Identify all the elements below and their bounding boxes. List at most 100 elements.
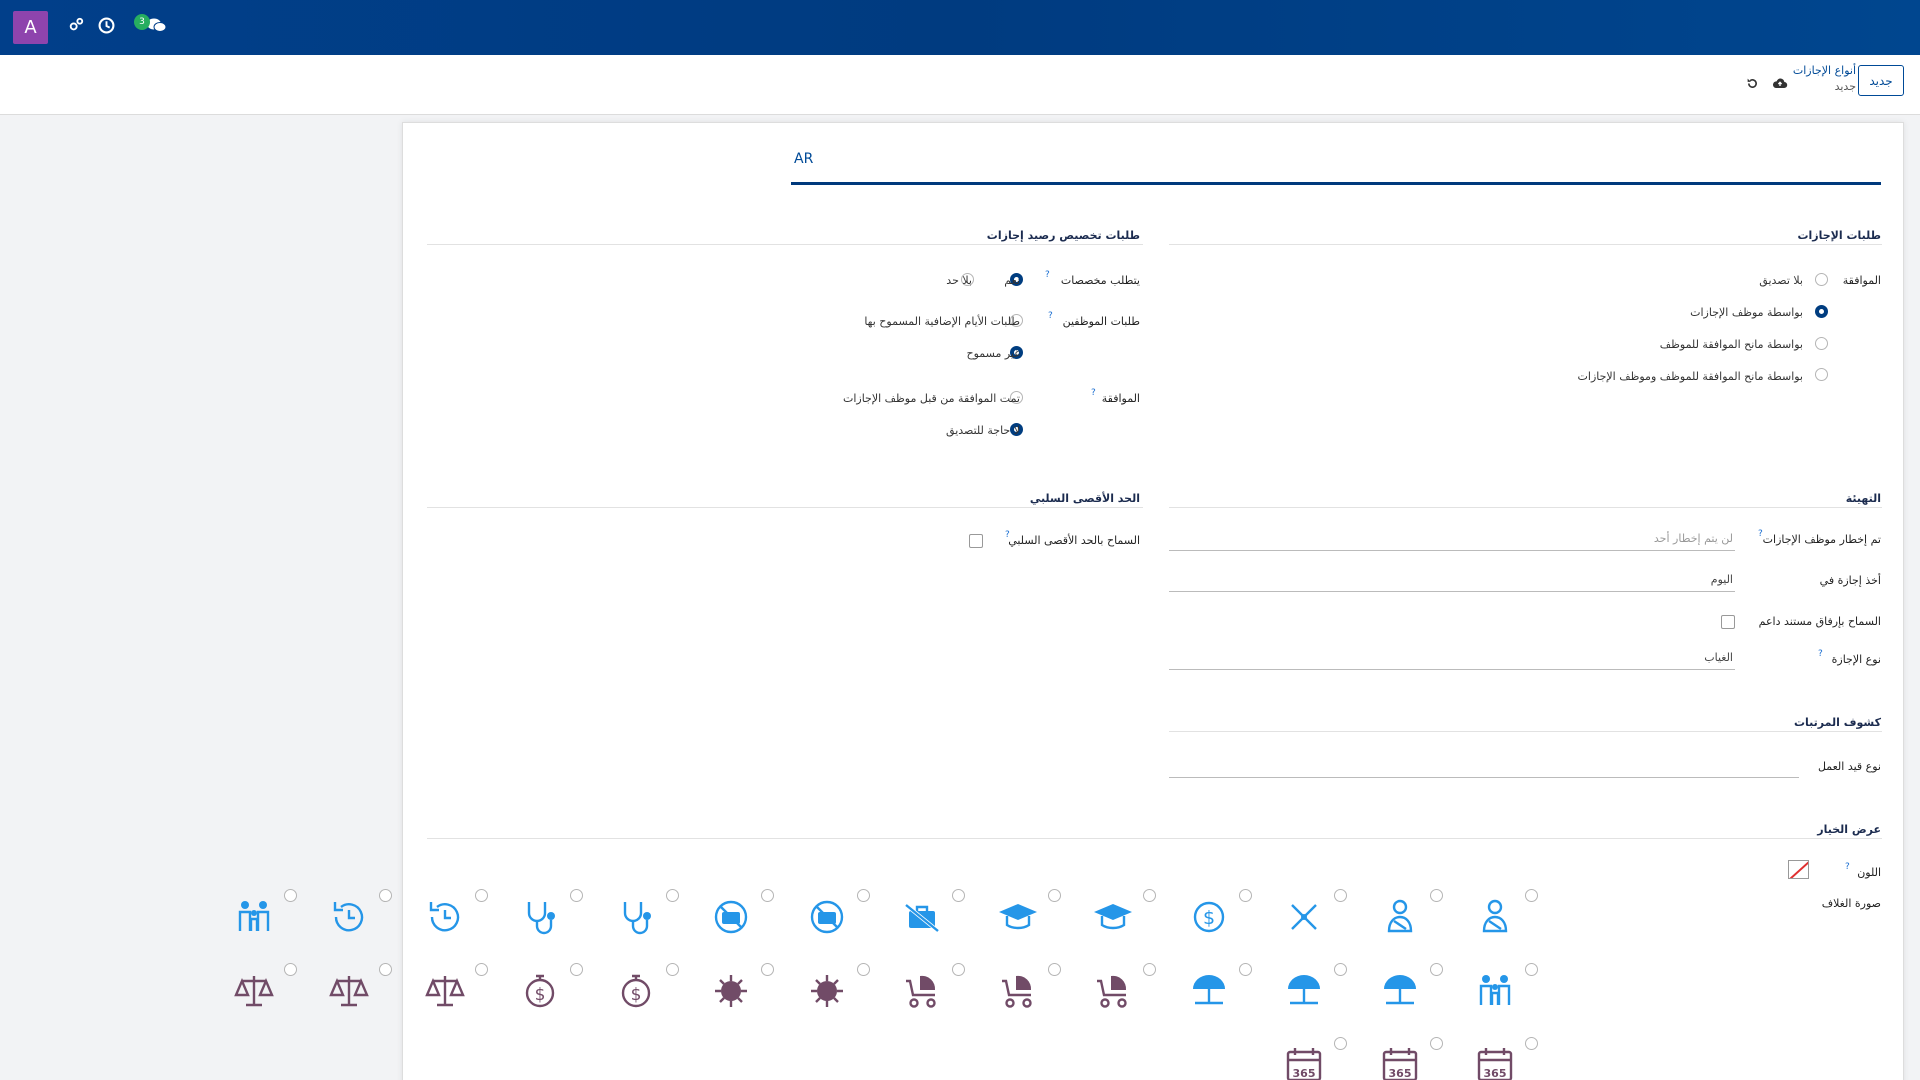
cover-image-radio[interactable] bbox=[952, 889, 965, 902]
radio-by-employee-approver[interactable] bbox=[1815, 337, 1828, 350]
dollar-stopwatch-icon[interactable]: $ bbox=[614, 971, 658, 1011]
no-briefcase-circle-icon[interactable] bbox=[805, 897, 849, 937]
cover-image-radio[interactable] bbox=[1525, 963, 1538, 976]
justice-scale-alt-icon[interactable] bbox=[327, 971, 371, 1011]
help-icon[interactable]: ? bbox=[1091, 388, 1096, 398]
cover-image-radio[interactable] bbox=[761, 889, 774, 902]
no-briefcase-circle-outline-icon[interactable] bbox=[709, 897, 753, 937]
cover-image-radio[interactable] bbox=[1429, 1037, 1443, 1050]
cog-share-icon[interactable] bbox=[69, 17, 84, 36]
justice-scale-outline-icon[interactable] bbox=[232, 971, 276, 1011]
stethoscope-icon[interactable] bbox=[614, 897, 658, 937]
color-swatch[interactable] bbox=[1788, 860, 1809, 879]
allow-negative-checkbox[interactable] bbox=[969, 534, 983, 548]
cover-image-radio[interactable] bbox=[474, 963, 488, 976]
svg-text:$: $ bbox=[1202, 907, 1214, 929]
cover-image-radio[interactable] bbox=[1525, 889, 1538, 902]
avatar[interactable]: A bbox=[13, 11, 48, 44]
radio-by-both[interactable] bbox=[1815, 368, 1828, 381]
dollar-circle-icon[interactable]: $ bbox=[1187, 897, 1231, 937]
leave-kind-label: نوع الإجازة bbox=[1831, 653, 1881, 666]
family-outline-icon[interactable] bbox=[1473, 971, 1517, 1011]
notify-field[interactable]: لن يتم إخطار أحد bbox=[1169, 528, 1735, 551]
cover-image-radio[interactable] bbox=[570, 963, 583, 976]
cover-image-radio[interactable] bbox=[1143, 889, 1156, 902]
beach-umbrella-alt-icon[interactable] bbox=[1282, 971, 1326, 1011]
cloud-upload-icon[interactable] bbox=[1772, 77, 1788, 94]
calendar-365-icon[interactable]: 365 bbox=[1473, 1045, 1517, 1080]
no-suitcase-icon[interactable] bbox=[900, 897, 944, 937]
cover-image-radio[interactable] bbox=[283, 889, 297, 902]
help-icon[interactable]: ? bbox=[1758, 529, 1763, 539]
help-icon[interactable]: ? bbox=[1818, 649, 1823, 659]
employee-requests-label: طلبات الموظفين bbox=[1062, 315, 1140, 328]
family-icon[interactable] bbox=[232, 897, 276, 937]
take-leave-field[interactable]: اليوم bbox=[1169, 569, 1735, 592]
cover-image-radio[interactable] bbox=[1334, 963, 1347, 976]
attach-checkbox[interactable] bbox=[1721, 615, 1735, 629]
cover-image-radio[interactable] bbox=[761, 963, 774, 976]
beach-umbrella-icon[interactable] bbox=[1378, 971, 1422, 1011]
user-sling-icon[interactable] bbox=[1473, 897, 1517, 937]
new-button[interactable]: جديد bbox=[1858, 65, 1904, 96]
allocation-requests-title: طلبات تخصيص رصيد إجازات bbox=[986, 229, 1140, 242]
time-back-outline-icon[interactable] bbox=[327, 897, 371, 937]
baby-carriage-outline-icon[interactable] bbox=[900, 971, 944, 1011]
time-back-icon[interactable] bbox=[423, 897, 467, 937]
help-icon[interactable]: ? bbox=[1048, 311, 1053, 321]
help-icon[interactable]: ? bbox=[1845, 862, 1850, 872]
radio-label: بواسطة موظف الإجازات bbox=[1690, 306, 1803, 319]
cover-image-radio[interactable] bbox=[1334, 889, 1347, 902]
cover-image-radio[interactable] bbox=[1047, 889, 1061, 902]
cover-image-radio[interactable] bbox=[1429, 889, 1443, 902]
divider bbox=[427, 507, 1143, 508]
graduation-cap-icon[interactable] bbox=[1091, 897, 1135, 937]
cover-image-radio[interactable] bbox=[474, 889, 488, 902]
tab-lang-ar[interactable]: AR bbox=[794, 151, 813, 167]
virus-icon[interactable] bbox=[805, 971, 849, 1011]
dollar-stopwatch-outline-icon[interactable]: $ bbox=[518, 971, 562, 1011]
work-entry-label: نوع قيد العمل bbox=[1817, 760, 1881, 773]
cover-image-radio[interactable] bbox=[665, 963, 679, 976]
baby-carriage-icon[interactable] bbox=[1091, 971, 1135, 1011]
discard-icon[interactable] bbox=[1746, 77, 1759, 94]
cover-image-radio[interactable] bbox=[856, 963, 870, 976]
cover-image-radio[interactable] bbox=[570, 889, 583, 902]
cover-image-radio[interactable] bbox=[1525, 1037, 1538, 1050]
cover-image-radio[interactable] bbox=[379, 889, 392, 902]
cover-image-radio[interactable] bbox=[856, 889, 870, 902]
cover-image-radio[interactable] bbox=[1143, 963, 1156, 976]
help-icon[interactable]: ? bbox=[1005, 530, 1010, 540]
stethoscope-outline-icon[interactable] bbox=[518, 897, 562, 937]
justice-scale-icon[interactable] bbox=[423, 971, 467, 1011]
cover-image-radio[interactable] bbox=[1334, 1037, 1347, 1050]
user-sling-outline-icon[interactable] bbox=[1378, 897, 1422, 937]
radio-label: تمت الموافقة من قبل موظف الإجازات bbox=[842, 392, 1020, 405]
beach-umbrella-outline-icon[interactable] bbox=[1187, 971, 1231, 1011]
leave-kind-field[interactable]: الغياب bbox=[1169, 647, 1735, 670]
breadcrumb[interactable]: أنواع الإجازات bbox=[1793, 64, 1856, 77]
work-entry-field[interactable] bbox=[1169, 755, 1799, 778]
cover-image-radio[interactable] bbox=[1238, 963, 1252, 976]
chat-count-badge: 3 bbox=[134, 14, 150, 30]
clock-icon[interactable] bbox=[98, 17, 115, 38]
cover-image-radio[interactable] bbox=[379, 963, 392, 976]
graduation-cap-outline-icon[interactable] bbox=[996, 897, 1040, 937]
cover-image-radio[interactable] bbox=[665, 889, 679, 902]
radio-no-validation[interactable] bbox=[1815, 273, 1828, 286]
cover-image-radio[interactable] bbox=[952, 963, 965, 976]
help-icon[interactable]: ? bbox=[1045, 270, 1050, 280]
cover-image-radio[interactable] bbox=[283, 963, 297, 976]
cover-image-radio[interactable] bbox=[1047, 963, 1061, 976]
cover-image-radio[interactable] bbox=[1238, 889, 1252, 902]
virus-outline-icon[interactable] bbox=[709, 971, 753, 1011]
cover-image-radio[interactable] bbox=[1429, 963, 1443, 976]
scissor-bone-icon[interactable] bbox=[1282, 897, 1326, 937]
svg-text:365: 365 bbox=[1484, 1067, 1507, 1080]
baby-carriage-alt-icon[interactable] bbox=[996, 971, 1040, 1011]
radio-by-leave-officer[interactable] bbox=[1815, 305, 1828, 318]
calendar-365-outline-icon[interactable]: 365 bbox=[1282, 1045, 1326, 1080]
cover-image-label: صورة الغلاف bbox=[1821, 897, 1881, 910]
display-title: عرض الخيار bbox=[1817, 823, 1881, 836]
calendar-365-alt-icon[interactable]: 365 bbox=[1378, 1045, 1422, 1080]
